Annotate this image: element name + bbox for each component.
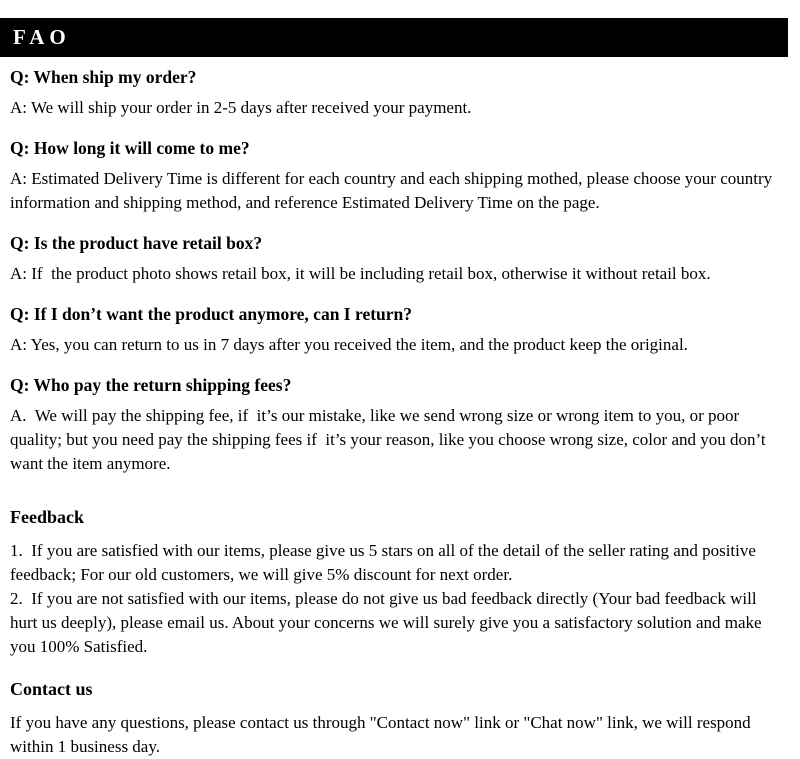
- feedback-section: Feedback 1. If you are satisfied with ou…: [10, 506, 788, 659]
- faq-item: Q: If I don’t want the product anymore, …: [10, 303, 788, 357]
- faq-item: Q: How long it will come to me? A: Estim…: [10, 137, 788, 215]
- contact-section: Contact us If you have any questions, pl…: [10, 678, 788, 759]
- feedback-heading: Feedback: [10, 507, 84, 527]
- faq-content: Q: When ship my order? A: We will ship y…: [10, 66, 788, 759]
- faq-question: Q: How long it will come to me?: [10, 138, 250, 158]
- faq-item: Q: Is the product have retail box? A: If…: [10, 232, 788, 286]
- faq-question: Q: If I don’t want the product anymore, …: [10, 304, 413, 324]
- faq-page: FAO Q: When ship my order? A: We will sh…: [0, 0, 800, 756]
- faq-item: Q: When ship my order? A: We will ship y…: [10, 66, 788, 120]
- faq-answer: A: Yes, you can return to us in 7 days a…: [10, 335, 688, 354]
- faq-question: Q: Is the product have retail box?: [10, 233, 263, 253]
- faq-answer: A: We will ship your order in 2-5 days a…: [10, 98, 472, 117]
- faq-question: Q: Who pay the return shipping fees?: [10, 375, 292, 395]
- faq-banner-title: FAO: [13, 25, 71, 49]
- contact-paragraph: If you have any questions, please contac…: [10, 713, 755, 756]
- faq-answer: A: If the product photo shows retail box…: [10, 264, 711, 283]
- faq-item: Q: Who pay the return shipping fees? A. …: [10, 374, 788, 476]
- feedback-paragraph: 1. If you are satisfied with our items, …: [10, 541, 762, 656]
- faq-answer: A: Estimated Delivery Time is different …: [10, 169, 777, 212]
- contact-heading: Contact us: [10, 679, 93, 699]
- faq-question: Q: When ship my order?: [10, 67, 197, 87]
- faq-banner: FAO: [0, 18, 788, 57]
- faq-answer: A. We will pay the shipping fee, if it’s…: [10, 406, 770, 473]
